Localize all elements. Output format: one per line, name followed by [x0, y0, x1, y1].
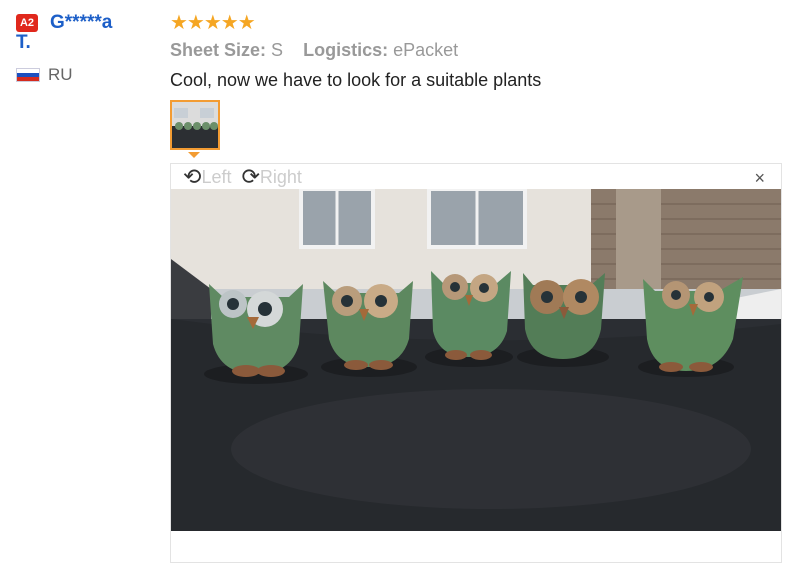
photo-viewer: ⟲ Left ⟳ Right × [170, 163, 782, 563]
review-photo-thumbnail[interactable] [170, 100, 220, 150]
thumbnail-image [172, 102, 218, 148]
rotate-right-icon: ⟳ [241, 164, 260, 189]
logistics-label: Logistics: [303, 40, 389, 60]
logistics-value: ePacket [393, 40, 459, 60]
level-badge: A2 [16, 14, 38, 32]
russia-flag-icon [16, 68, 40, 82]
rotate-left-icon: ⟲ [183, 164, 202, 189]
close-icon[interactable]: × [754, 168, 765, 189]
reviewer-name[interactable]: G*****a [50, 12, 160, 34]
rotate-right-label: Right [259, 166, 302, 187]
reviewer-info: A2 G*****a T. RU [16, 12, 166, 85]
sheet-size-label: Sheet Size: [170, 40, 267, 60]
sheet-size-value: S [271, 40, 284, 60]
country-code: RU [48, 65, 73, 84]
rotate-left-label: Left [201, 166, 232, 187]
viewer-toolbar: ⟲ Left ⟳ Right [183, 166, 302, 188]
reviewer-country: RU [16, 65, 166, 85]
order-info: Sheet Size: S Logistics: ePacket [170, 38, 782, 62]
review-body: ★★★★★ Sheet Size: S Logistics: ePacket C… [170, 12, 782, 150]
star-rating: ★★★★★ [170, 12, 256, 34]
reviewer-header: A2 G*****a [16, 12, 166, 34]
reviewer-name-initial[interactable]: T. [16, 32, 166, 54]
rotate-left-button[interactable]: ⟲ Left [183, 166, 231, 188]
rotate-right-button[interactable]: ⟳ Right [241, 166, 301, 188]
thumbnail-pointer-icon [188, 152, 200, 158]
review-photo [171, 189, 781, 531]
review-text: Cool, now we have to look for a suitable… [170, 70, 542, 90]
